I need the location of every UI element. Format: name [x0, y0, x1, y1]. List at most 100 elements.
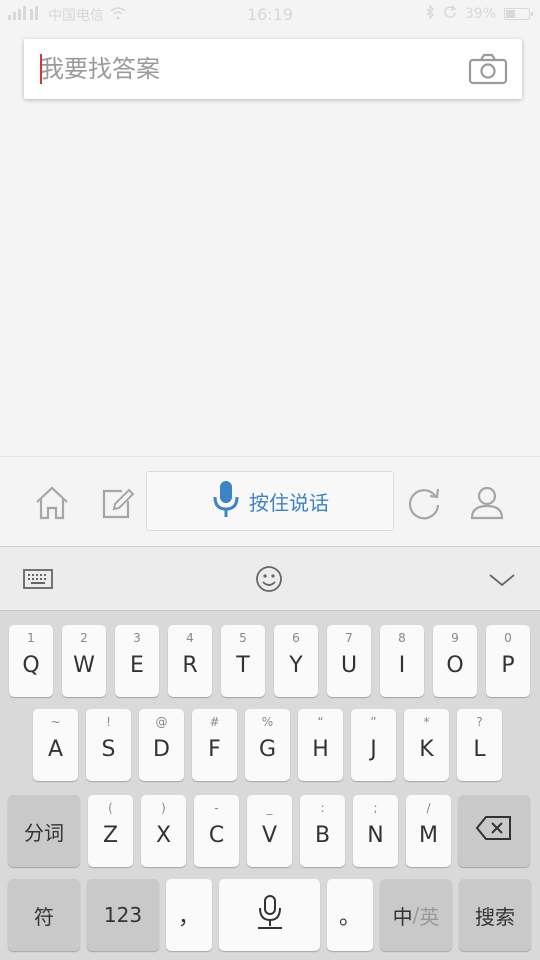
key-label: Q [22, 652, 40, 678]
key-label: X [155, 822, 172, 848]
key-e[interactable]: 3E [115, 625, 159, 697]
key-q[interactable]: 1Q [9, 625, 53, 697]
key-space-voice[interactable] [219, 879, 320, 951]
battery-level [506, 10, 515, 18]
status-bar: 中国电信 16:19 39% [0, 0, 540, 30]
key-a[interactable]: ~ A [33, 709, 78, 781]
key-hint: 9 [451, 631, 459, 645]
key-j[interactable]: ” J [351, 709, 396, 781]
key-f[interactable]: # F [192, 709, 237, 781]
key-i[interactable]: 8I [380, 625, 424, 697]
key-hint: 3 [133, 631, 141, 645]
key-label: L [473, 736, 486, 762]
key-t[interactable]: 5T [221, 625, 265, 697]
profile-button[interactable] [467, 483, 507, 523]
key-hint: ” [370, 715, 377, 729]
bluetooth-icon [425, 4, 435, 23]
key-g[interactable]: % G [245, 709, 290, 781]
key-label: W [73, 652, 95, 678]
status-right: 39% [425, 4, 533, 23]
key-hint: ? [476, 715, 483, 729]
key-comma[interactable]: ， [166, 879, 212, 951]
key-r[interactable]: 4R [168, 625, 212, 697]
battery-icon [504, 8, 533, 20]
key-hint: # [209, 715, 220, 729]
key-hint: _ [266, 801, 273, 815]
home-button[interactable] [32, 483, 72, 523]
key-label: K [419, 736, 434, 762]
key-backspace[interactable] [458, 795, 530, 867]
key-hint: ; [373, 801, 378, 815]
key-b[interactable]: :B [300, 795, 345, 867]
key-label: Z [102, 822, 119, 848]
home-icon [32, 486, 72, 527]
key-hint: : [320, 801, 325, 815]
key-period-label: 。 [338, 905, 361, 930]
key-label: A [47, 736, 64, 762]
key-hint: ) [161, 801, 166, 815]
key-hint: @ [155, 715, 168, 729]
key-x[interactable]: ) X [141, 795, 186, 867]
key-search-label: 搜索 [475, 904, 515, 929]
key-label: B [314, 822, 331, 848]
key-fenci[interactable]: 分词 [8, 795, 80, 867]
key-label: M [419, 822, 438, 848]
key-search[interactable]: 搜索 [459, 879, 531, 951]
key-lang-switch[interactable]: 中 / 英 [380, 879, 452, 951]
keyboard-icon [22, 569, 54, 599]
key-hint: “ [317, 715, 324, 729]
key-label: F [208, 736, 221, 762]
key-label: Y [289, 652, 303, 678]
collapse-keyboard-button[interactable] [486, 563, 518, 595]
key-hint: 6 [292, 631, 300, 645]
key-h[interactable]: “H [298, 709, 343, 781]
mic-outline-icon [254, 892, 286, 938]
key-z[interactable]: (Z [88, 795, 133, 867]
key-hint: ~ [50, 715, 61, 729]
refresh-button[interactable] [404, 483, 444, 523]
key-y[interactable]: 6Y [274, 625, 318, 697]
key-o[interactable]: 9O [433, 625, 477, 697]
key-123[interactable]: 123 [87, 879, 159, 951]
key-fenci-label: 分词 [24, 820, 64, 845]
key-v[interactable]: _ V [247, 795, 292, 867]
keyboard-toolbar [0, 546, 540, 610]
key-label: S [101, 736, 116, 762]
backspace-icon [475, 815, 513, 847]
emoji-icon [253, 566, 285, 599]
edit-button[interactable] [98, 483, 138, 523]
key-123-label: 123 [103, 903, 143, 927]
emoji-button[interactable] [253, 563, 285, 595]
text-caret [40, 54, 42, 84]
key-l[interactable]: ? L [457, 709, 502, 781]
key-label: U [340, 652, 358, 678]
search-input[interactable] [40, 49, 460, 89]
hold-to-talk-button[interactable]: 按住说话 [146, 471, 394, 531]
key-k[interactable]: * K [404, 709, 449, 781]
key-hint: 4 [186, 631, 194, 645]
key-symbols[interactable]: 符 [8, 879, 80, 951]
key-label: O [446, 652, 464, 678]
key-m[interactable]: / M [406, 795, 451, 867]
keyboard-switch-button[interactable] [22, 563, 54, 595]
key-symbols-label: 符 [34, 904, 54, 929]
camera-button[interactable] [468, 53, 508, 85]
key-p[interactable]: 0P [486, 625, 530, 697]
key-label: E [130, 652, 144, 678]
refresh-icon [404, 488, 444, 527]
lang-en-label: 英 [419, 904, 440, 929]
edit-icon [98, 488, 138, 527]
key-label: H [312, 736, 329, 762]
lang-zh-label: 中 [392, 904, 413, 929]
app-bottom-bar: 按住说话 [0, 456, 540, 546]
key-u[interactable]: 7U [327, 625, 371, 697]
key-hint: * [423, 715, 430, 729]
key-period[interactable]: 。 [327, 879, 373, 951]
key-c[interactable]: -C [194, 795, 239, 867]
key-w[interactable]: 2W [62, 625, 106, 697]
key-hint: 7 [345, 631, 353, 645]
key-n[interactable]: ; N [353, 795, 398, 867]
key-label: T [236, 652, 250, 678]
key-s[interactable]: ! S [86, 709, 131, 781]
key-d[interactable]: @ D [139, 709, 184, 781]
